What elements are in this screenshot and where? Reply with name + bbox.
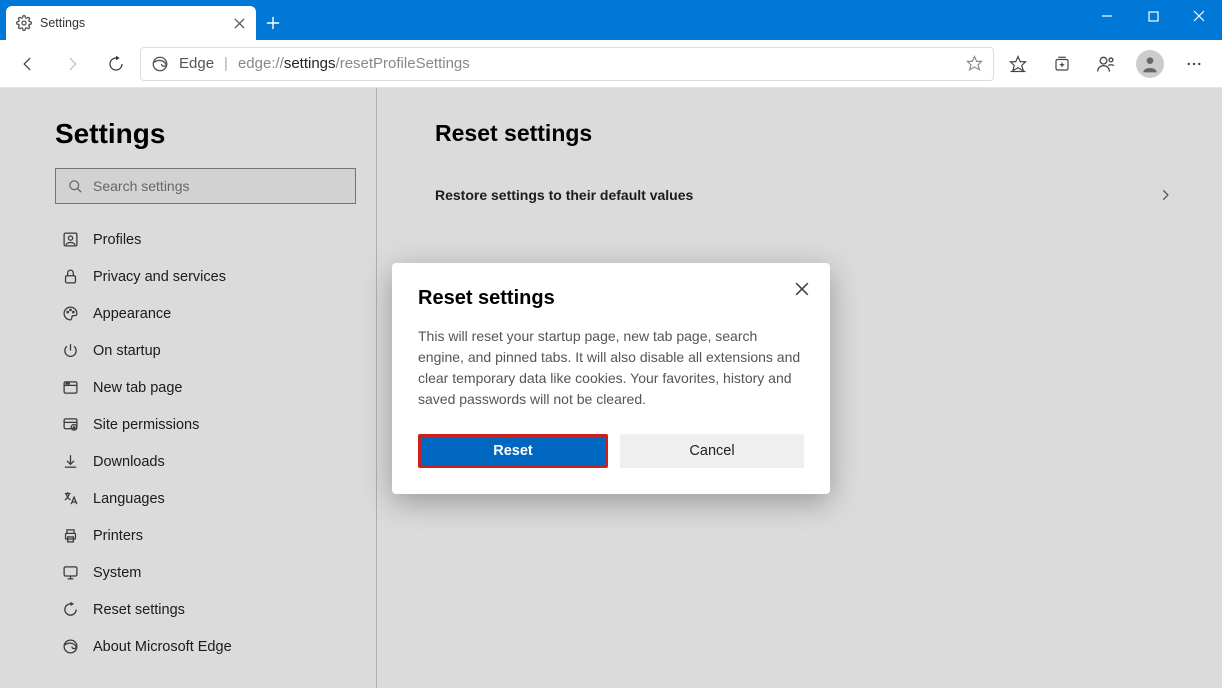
favorite-star-icon[interactable] — [966, 55, 983, 72]
new-tab-button[interactable] — [256, 6, 290, 40]
minimize-button[interactable] — [1084, 0, 1130, 32]
reset-settings-dialog: Reset settings This will reset your star… — [392, 263, 830, 494]
refresh-button[interactable] — [96, 44, 136, 84]
dialog-close-button[interactable] — [790, 277, 814, 301]
gear-icon — [16, 15, 32, 31]
reset-button-highlight: Reset — [418, 434, 608, 468]
reset-button[interactable]: Reset — [421, 437, 605, 465]
browser-toolbar: Edge | edge://settings/resetProfileSetti… — [0, 40, 1222, 88]
url-text: edge://settings/resetProfileSettings — [238, 55, 470, 72]
back-button[interactable] — [8, 44, 48, 84]
more-menu-button[interactable] — [1174, 44, 1214, 84]
close-window-button[interactable] — [1176, 0, 1222, 32]
profile-button[interactable] — [1086, 44, 1126, 84]
site-identity-label: Edge — [179, 55, 214, 72]
cancel-button[interactable]: Cancel — [620, 434, 804, 468]
dialog-buttons: Reset Cancel — [418, 434, 804, 468]
edge-logo-icon — [151, 55, 169, 73]
close-tab-icon[interactable] — [232, 16, 246, 30]
separator: | — [224, 55, 228, 72]
tab-strip: Settings — [0, 0, 290, 40]
window-titlebar: Settings — [0, 0, 1222, 40]
forward-button[interactable] — [52, 44, 92, 84]
address-bar[interactable]: Edge | edge://settings/resetProfileSetti… — [140, 47, 994, 81]
dialog-body: This will reset your startup page, new t… — [418, 326, 804, 410]
browser-tab-settings[interactable]: Settings — [6, 6, 256, 40]
tab-title: Settings — [40, 16, 224, 30]
window-controls — [1084, 0, 1222, 32]
favorites-button[interactable] — [998, 44, 1038, 84]
dialog-title: Reset settings — [418, 287, 804, 310]
profile-avatar[interactable] — [1130, 44, 1170, 84]
maximize-button[interactable] — [1130, 0, 1176, 32]
page-content: Settings Search settings Profiles Privac… — [0, 88, 1222, 688]
collections-button[interactable] — [1042, 44, 1082, 84]
avatar-icon — [1136, 50, 1164, 78]
